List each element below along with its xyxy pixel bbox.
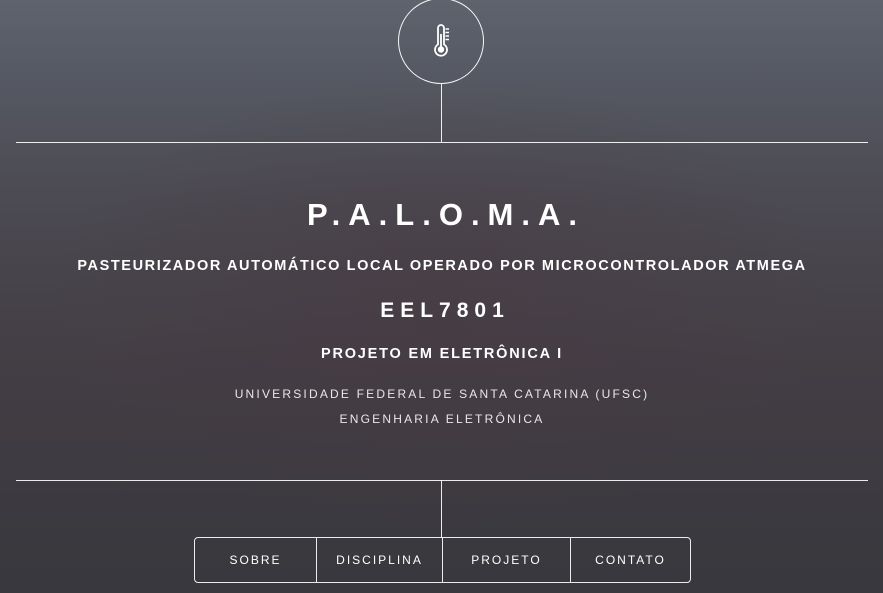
nav-item-disciplina[interactable]: DISCIPLINA: [316, 538, 442, 582]
thermometer-icon: [434, 24, 449, 57]
top-connector-line: [441, 84, 442, 142]
nav-item-contato[interactable]: CONTATO: [570, 538, 690, 582]
course-name: PROJETO EM ELETRÔNICA I: [320, 346, 563, 362]
nav-item-projeto[interactable]: PROJETO: [442, 538, 570, 582]
department-name: ENGENHARIA ELETRÔNICA: [339, 412, 545, 426]
bottom-connector-line: [441, 480, 442, 538]
nav-item-sobre[interactable]: SOBRE: [195, 538, 316, 582]
hero-content: P.A.L.O.M.A. PASTEURIZADOR AUTOMÁTICO LO…: [16, 143, 868, 480]
main-nav: SOBRE DISCIPLINA PROJETO CONTATO: [194, 537, 691, 583]
course-code: EEL7801: [380, 299, 510, 322]
logo-circle: [398, 0, 484, 84]
bottom-divider: [16, 480, 868, 481]
institution-name: UNIVERSIDADE FEDERAL DE SANTA CATARINA (…: [234, 387, 650, 401]
page-title: P.A.L.O.M.A.: [306, 197, 585, 232]
project-subtitle: PASTEURIZADOR AUTOMÁTICO LOCAL OPERADO P…: [77, 258, 807, 274]
